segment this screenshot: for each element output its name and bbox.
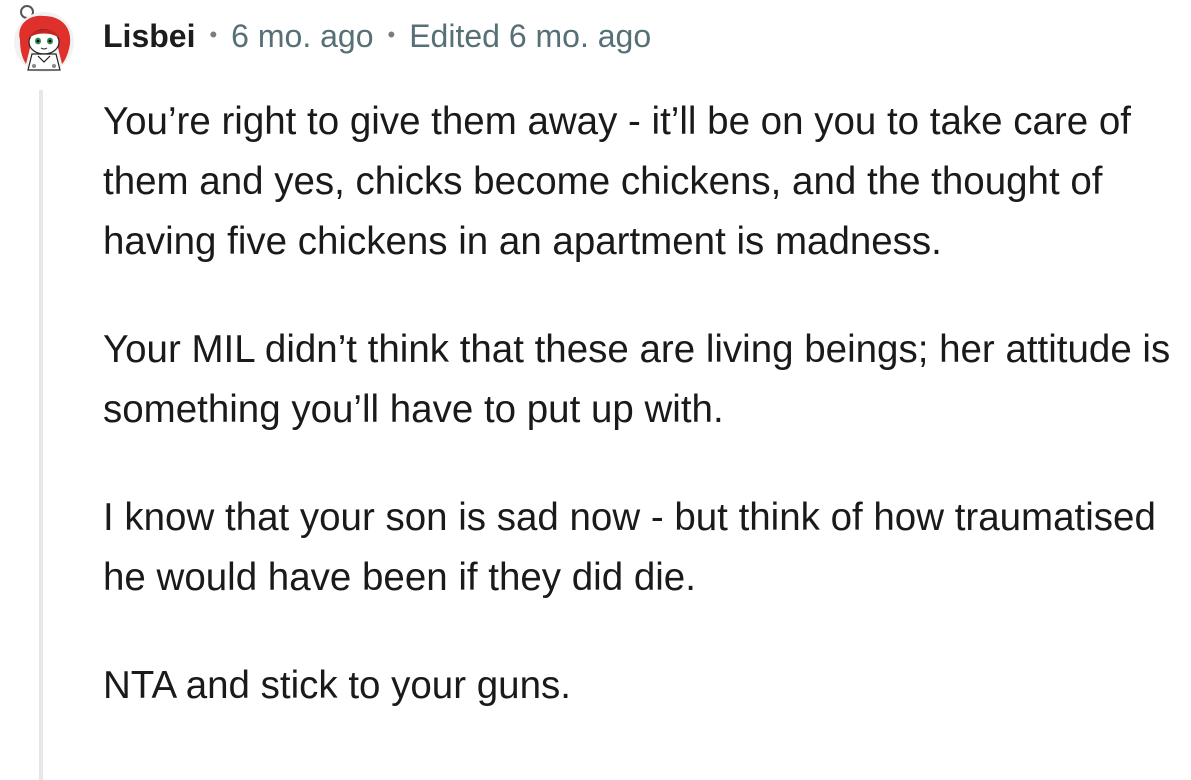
comment-edited-label: Edited 6 mo. ago xyxy=(409,17,652,54)
comment-meta: Lisbei • 6 mo. ago • Edited 6 mo. ago xyxy=(103,14,651,58)
comment-paragraph: You’re right to give them away - it’ll b… xyxy=(103,100,1131,263)
thread-collapse-line[interactable] xyxy=(39,90,43,780)
meta-separator: • xyxy=(387,22,396,47)
comment-body: You’re right to give them away - it’ll b… xyxy=(103,92,1183,764)
meta-separator: • xyxy=(209,22,218,47)
comment-timestamp[interactable]: 6 mo. ago xyxy=(231,18,373,55)
comment-paragraph: Your MIL didn’t think that these are liv… xyxy=(103,328,1171,431)
user-avatar-icon[interactable] xyxy=(8,4,80,72)
comment-paragraph: NTA and stick to your guns. xyxy=(103,664,571,707)
comment-paragraph: I know that your son is sad now - but th… xyxy=(103,496,1156,599)
comment-author[interactable]: Lisbei xyxy=(103,18,195,55)
